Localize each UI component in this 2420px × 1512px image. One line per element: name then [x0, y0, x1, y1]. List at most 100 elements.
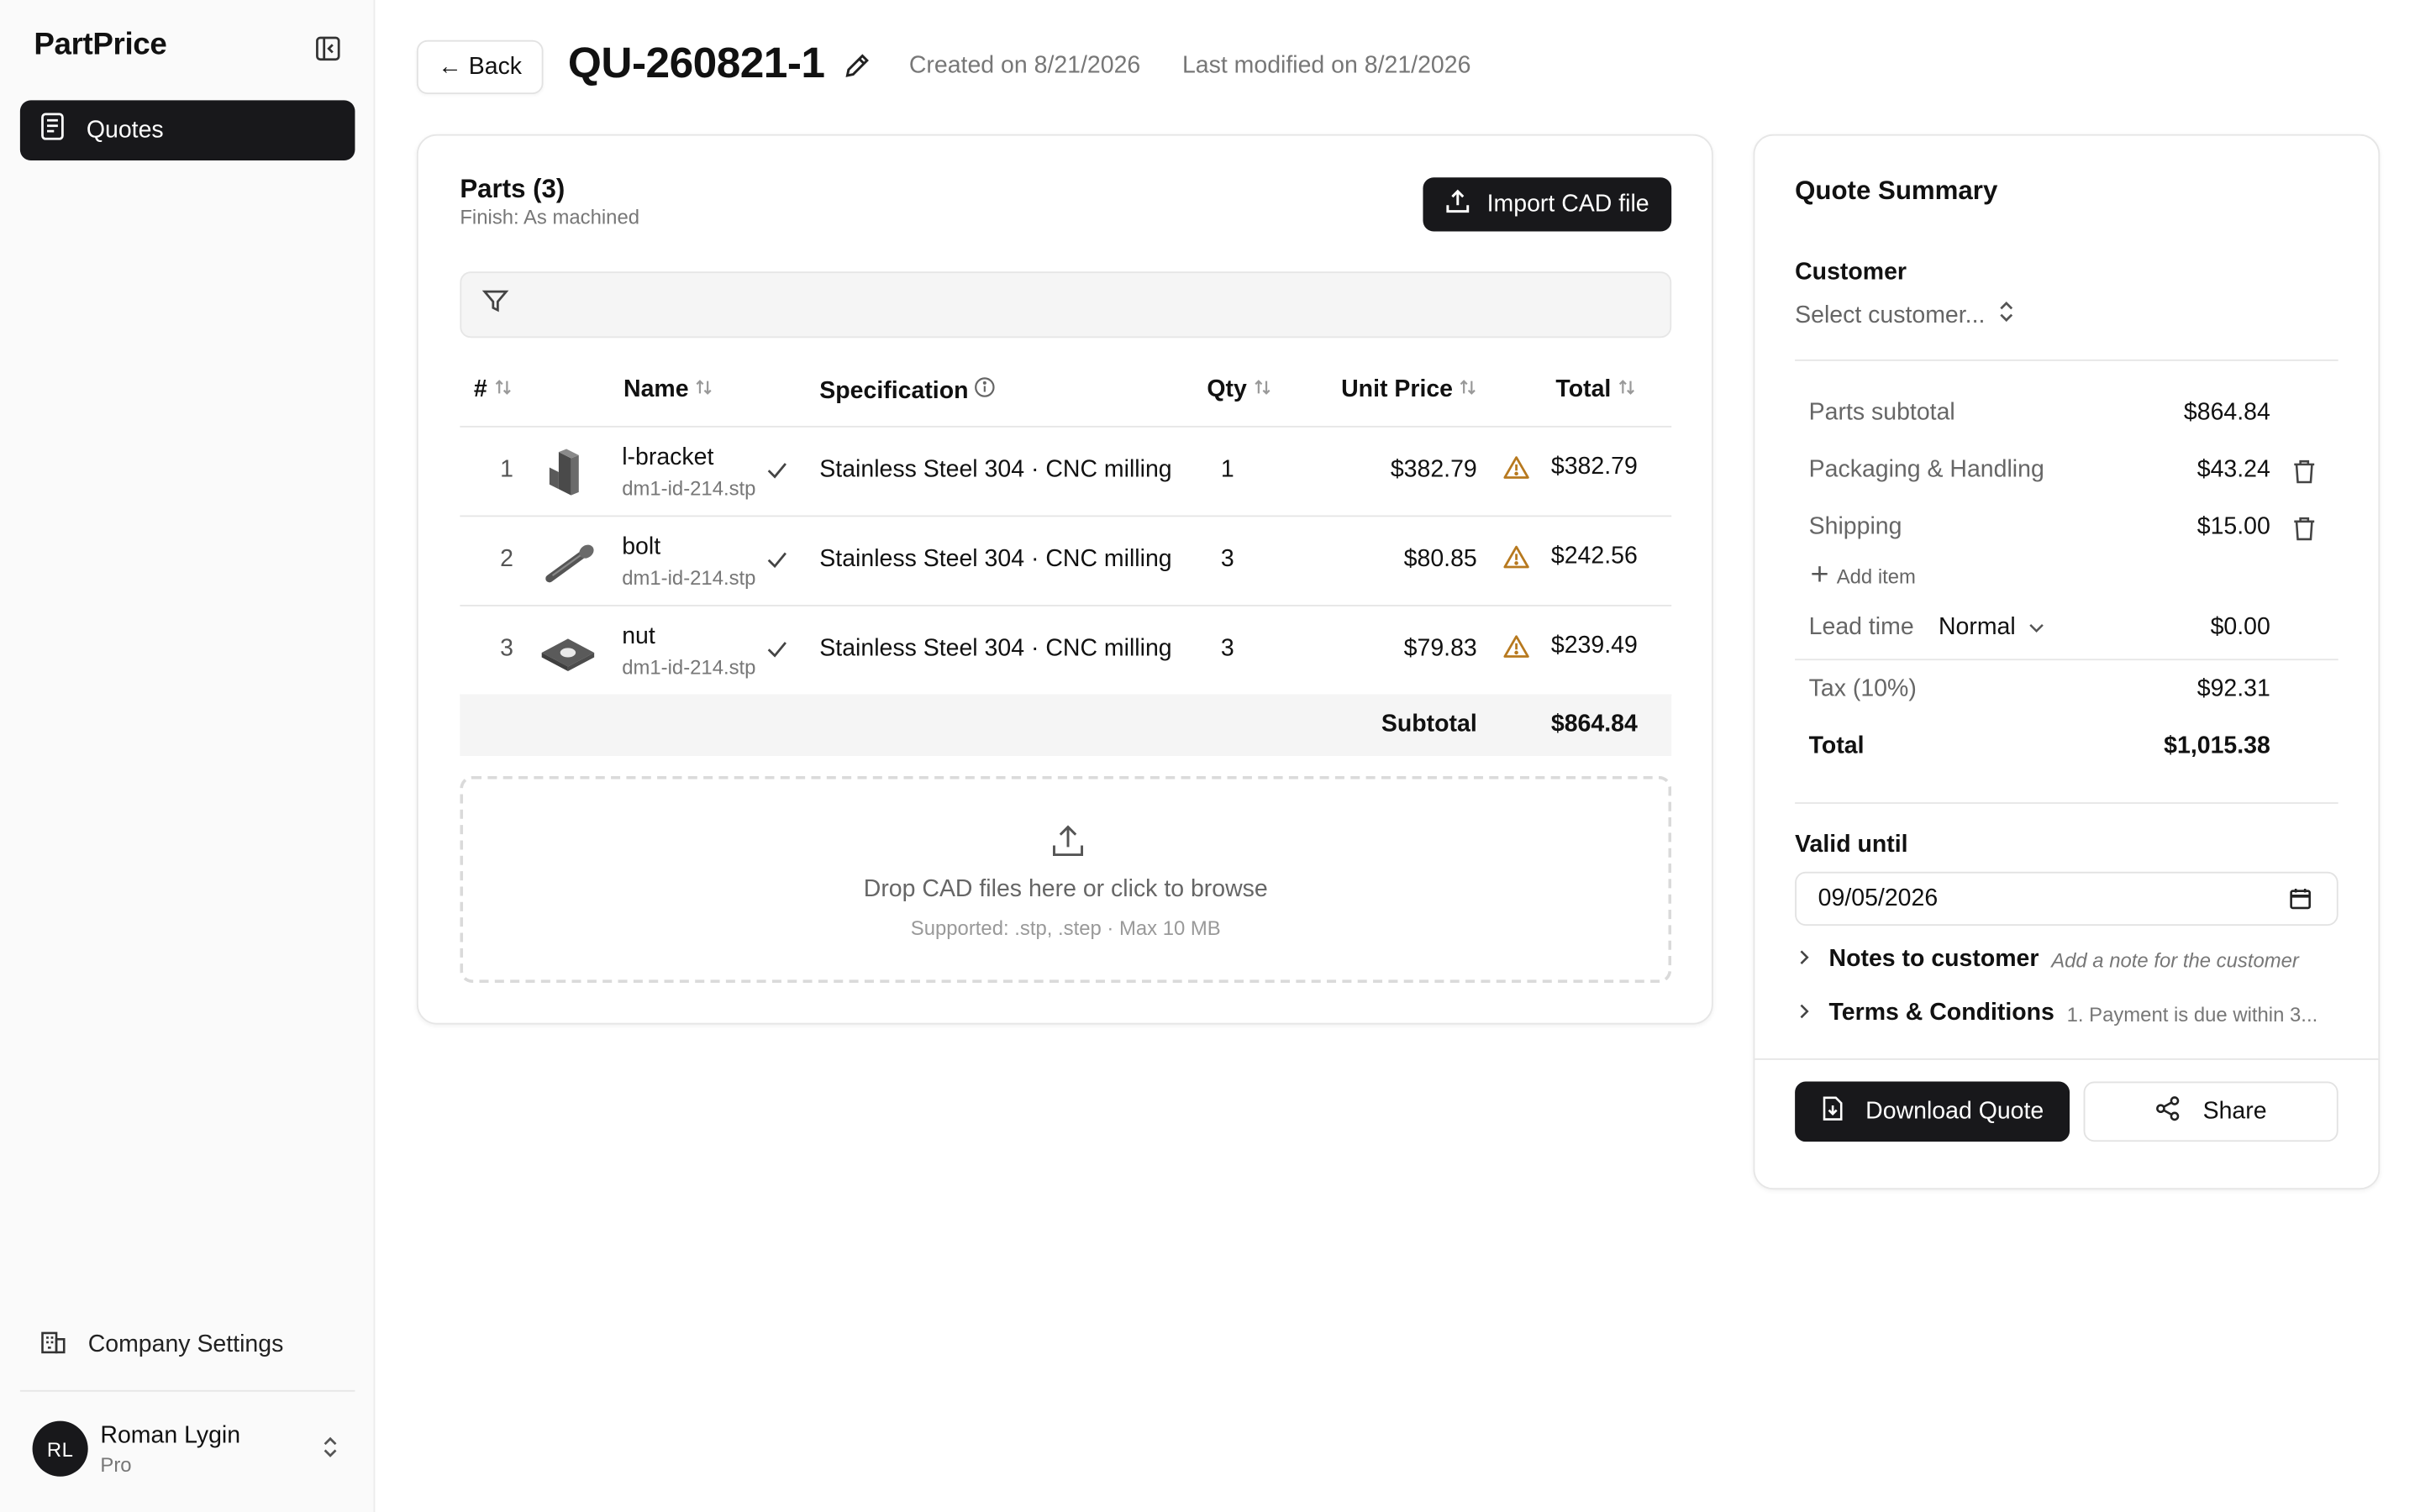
part-name[interactable]: bolt	[622, 534, 660, 562]
import-cad-button[interactable]: Import CAD file	[1423, 177, 1672, 232]
filter-input[interactable]	[460, 271, 1672, 339]
download-quote-label: Download Quote	[1865, 1097, 2044, 1125]
sidebar-collapse-icon[interactable]	[312, 33, 343, 64]
part-specification[interactable]: Stainless Steel 304 · CNC milling	[819, 546, 1171, 574]
packaging-label: Packaging & Handling	[1808, 456, 2044, 483]
document-icon	[40, 113, 65, 148]
parts-finish: Finish: As machined	[460, 205, 640, 228]
column-label: #	[473, 376, 487, 403]
row-index: 2	[500, 546, 513, 573]
column-header-qty[interactable]: Qty	[1207, 376, 1271, 404]
subtotal-label: Subtotal	[1381, 711, 1477, 738]
subtotal-row: Subtotal $864.84	[460, 694, 1672, 757]
sort-icon	[1618, 376, 1636, 404]
file-download-icon	[1821, 1095, 1844, 1128]
part-total: $239.49	[1550, 633, 1638, 659]
warning-icon	[1503, 544, 1529, 577]
plus-icon	[1810, 564, 1828, 588]
check-icon	[765, 548, 789, 579]
chevron-right-icon	[1798, 946, 1811, 974]
add-item-button[interactable]: Add item	[1810, 564, 1916, 588]
upload-icon	[1050, 822, 1086, 867]
page-title: QU-260821-1	[567, 38, 825, 87]
part-qty[interactable]: 3	[1221, 546, 1234, 574]
parts-subtotal-value: $864.84	[2183, 399, 2270, 426]
import-cad-label: Import CAD file	[1486, 190, 1649, 218]
lead-time-select[interactable]: Normal	[1939, 614, 2045, 642]
customer-select[interactable]: Select customer...	[1795, 299, 2016, 332]
customer-placeholder: Select customer...	[1795, 302, 1986, 328]
terms-expander[interactable]: Terms & Conditions 1. Payment is due wit…	[1798, 1000, 2317, 1027]
column-label: Specification	[819, 377, 969, 404]
column-header-index[interactable]: #	[474, 376, 512, 404]
table-row[interactable]: 1 l-bracket dm1-id-214.stp Stainless Ste…	[460, 428, 1672, 517]
notes-placeholder: Add a note for the customer	[2051, 948, 2299, 972]
sidebar-item-label: Company Settings	[87, 1331, 284, 1358]
part-qty[interactable]: 3	[1221, 636, 1234, 664]
chevron-up-down-icon	[1997, 299, 2016, 332]
part-file: dm1-id-214.stp	[622, 476, 756, 501]
chevron-up-down-icon	[321, 1435, 339, 1467]
trash-icon[interactable]	[2292, 459, 2317, 492]
add-item-label: Add item	[1836, 564, 1916, 588]
shipping-value[interactable]: $15.00	[2197, 514, 2270, 542]
part-name[interactable]: l-bracket	[622, 444, 713, 472]
column-label: Name	[623, 376, 689, 403]
pencil-icon[interactable]	[843, 51, 872, 88]
part-specification[interactable]: Stainless Steel 304 · CNC milling	[819, 636, 1171, 664]
share-label: Share	[2202, 1097, 2267, 1125]
packaging-value[interactable]: $43.24	[2197, 457, 2270, 485]
column-header-total[interactable]: Total	[1555, 376, 1635, 404]
column-label: Unit Price	[1341, 376, 1454, 403]
share-icon	[2155, 1095, 2181, 1128]
share-button[interactable]: Share	[2083, 1081, 2338, 1142]
shipping-label: Shipping	[1808, 513, 1902, 540]
sidebar-item-label: Quotes	[86, 116, 164, 143]
trash-icon[interactable]	[2292, 515, 2317, 549]
notes-expander[interactable]: Notes to customer Add a note for the cus…	[1798, 946, 2299, 974]
modified-date: Last modified on 8/21/2026	[1181, 52, 1471, 79]
column-label: Total	[1555, 376, 1612, 403]
back-button[interactable]: ← Back	[416, 39, 544, 95]
sort-icon	[493, 376, 512, 404]
chevron-right-icon	[1798, 1000, 1811, 1027]
quote-summary-card: Quote Summary Customer Select customer..…	[1753, 134, 2381, 1190]
divider	[1754, 1058, 2379, 1060]
tax-value: $92.31	[2196, 675, 2270, 702]
calendar-icon[interactable]	[2289, 887, 2312, 918]
column-header-specification[interactable]: Specification	[819, 376, 996, 406]
filter-icon	[481, 287, 509, 323]
app-logo: PartPrice	[34, 28, 167, 62]
part-unit-price: $382.79	[1390, 456, 1477, 483]
summary-title: Quote Summary	[1795, 176, 1998, 206]
part-specification[interactable]: Stainless Steel 304 · CNC milling	[819, 457, 1171, 485]
sidebar-item-company-settings[interactable]: Company Settings	[20, 1316, 355, 1375]
valid-until-date-input[interactable]: 09/05/2026	[1795, 871, 2338, 927]
nut-icon	[537, 625, 598, 680]
column-header-name[interactable]: Name	[623, 376, 713, 404]
part-name[interactable]: nut	[622, 623, 655, 651]
warning-icon	[1503, 634, 1529, 667]
lead-time-label: Lead time	[1808, 614, 1914, 641]
tax-label: Tax (10%)	[1808, 675, 1917, 702]
divider	[1795, 359, 2338, 361]
subtotal-value: $864.84	[1550, 711, 1638, 738]
check-icon	[765, 459, 789, 490]
table-row[interactable]: 3 nut dm1-id-214.stp Stainless Steel 304…	[460, 606, 1672, 696]
user-menu[interactable]: RL Roman Lygin Pro	[20, 1410, 355, 1488]
cad-dropzone[interactable]: Drop CAD files here or click to browse S…	[460, 775, 1672, 984]
valid-until-value: 09/05/2026	[1818, 885, 1939, 911]
download-quote-button[interactable]: Download Quote	[1795, 1081, 2070, 1142]
user-name: Roman Lygin	[100, 1421, 241, 1448]
part-qty[interactable]: 1	[1221, 457, 1234, 485]
table-row[interactable]: 2 bolt dm1-id-214.stp Stainless Steel 30…	[460, 517, 1672, 606]
total-value: $1,015.38	[2164, 732, 2270, 759]
parts-title: Parts (3)	[460, 174, 566, 204]
column-header-unit-price[interactable]: Unit Price	[1341, 376, 1477, 404]
info-icon	[975, 376, 997, 406]
sidebar: PartPrice Quotes Company Settings RL Rom…	[0, 0, 376, 1512]
part-file: dm1-id-214.stp	[622, 655, 756, 680]
part-unit-price: $79.83	[1403, 635, 1477, 662]
sidebar-item-quotes[interactable]: Quotes	[19, 100, 355, 161]
lead-time-cost: $0.00	[2210, 614, 2270, 641]
